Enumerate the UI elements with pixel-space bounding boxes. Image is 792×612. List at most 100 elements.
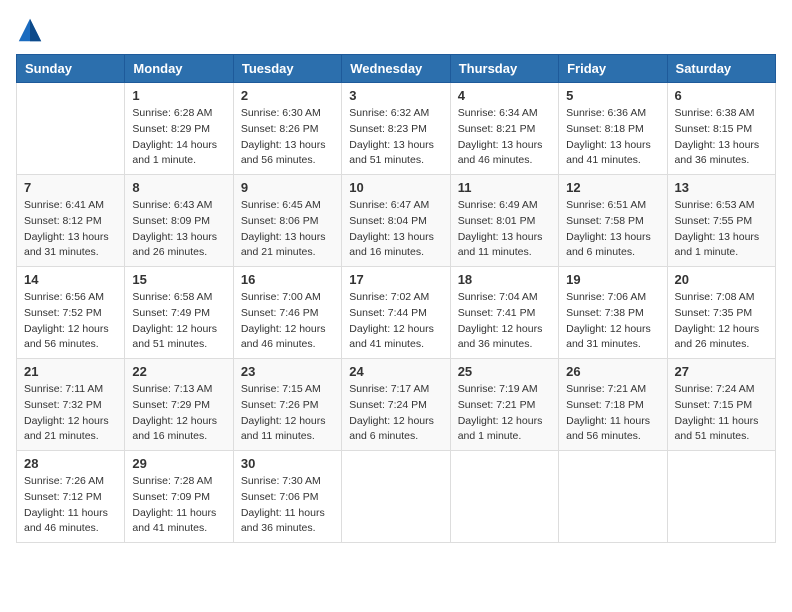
day-number: 28 [24, 456, 117, 471]
calendar-cell: 11 Sunrise: 6:49 AMSunset: 8:01 PMDayligh… [450, 175, 558, 267]
day-number: 22 [132, 364, 225, 379]
calendar-cell: 24Sunrise: 7:17 AMSunset: 7:24 PMDayligh… [342, 359, 450, 451]
day-info: Sunrise: 7:21 AMSunset: 7:18 PMDaylight:… [566, 382, 659, 445]
day-number: 18 [458, 272, 551, 287]
weekday-header-tuesday: Tuesday [233, 55, 341, 83]
day-number: 12 [566, 180, 659, 195]
calendar-cell [342, 451, 450, 543]
calendar-cell: 14 Sunrise: 6:56 AMSunset: 7:52 PMDayligh… [17, 267, 125, 359]
day-number: 16 [241, 272, 334, 287]
day-number: 30 [241, 456, 334, 471]
weekday-header-wednesday: Wednesday [342, 55, 450, 83]
day-info: Sunrise: 7:30 AMSunset: 7:06 PMDaylight:… [241, 474, 334, 537]
day-info: Sunrise: 7:15 AMSunset: 7:26 PMDaylight:… [241, 382, 334, 445]
calendar-cell: 8 Sunrise: 6:43 AMSunset: 8:09 PMDaylight… [125, 175, 233, 267]
day-number: 20 [675, 272, 768, 287]
day-number: 8 [132, 180, 225, 195]
day-number: 23 [241, 364, 334, 379]
day-info: Sunrise: 6:53 AMSunset: 7:55 PMDaylight:… [675, 198, 768, 261]
day-info: Sunrise: 6:43 AMSunset: 8:09 PMDaylight:… [132, 198, 225, 261]
day-info: Sunrise: 6:30 AMSunset: 8:26 PMDaylight:… [241, 106, 334, 169]
day-info: Sunrise: 7:00 AMSunset: 7:46 PMDaylight:… [241, 290, 334, 353]
day-info: Sunrise: 7:06 AMSunset: 7:38 PMDaylight:… [566, 290, 659, 353]
day-info: Sunrise: 6:32 AMSunset: 8:23 PMDaylight:… [349, 106, 442, 169]
day-info: Sunrise: 7:02 AMSunset: 7:44 PMDaylight:… [349, 290, 442, 353]
calendar-week-4: 21 Sunrise: 7:11 AMSunset: 7:32 PMDayligh… [17, 359, 776, 451]
calendar-cell: 7 Sunrise: 6:41 AMSunset: 8:12 PMDaylight… [17, 175, 125, 267]
calendar-cell: 21 Sunrise: 7:11 AMSunset: 7:32 PMDayligh… [17, 359, 125, 451]
calendar-cell: 23 Sunrise: 7:15 AMSunset: 7:26 PMDayligh… [233, 359, 341, 451]
calendar-cell: 27 Sunrise: 7:24 AMSunset: 7:15 PMDayligh… [667, 359, 775, 451]
day-number: 15 [132, 272, 225, 287]
day-number: 6 [675, 88, 768, 103]
page-header [16, 16, 776, 44]
calendar-cell: 1 Sunrise: 6:28 AMSunset: 8:29 PMDaylight… [125, 83, 233, 175]
day-info: Sunrise: 6:28 AMSunset: 8:29 PMDaylight:… [132, 106, 225, 169]
calendar-cell: 9 Sunrise: 6:45 AMSunset: 8:06 PMDaylight… [233, 175, 341, 267]
calendar-cell: 19 Sunrise: 7:06 AMSunset: 7:38 PMDayligh… [559, 267, 667, 359]
day-info: Sunrise: 7:13 AMSunset: 7:29 PMDaylight:… [132, 382, 225, 445]
calendar-cell [667, 451, 775, 543]
weekday-header-friday: Friday [559, 55, 667, 83]
day-number: 17 [349, 272, 442, 287]
day-number: 5 [566, 88, 659, 103]
day-number: 1 [132, 88, 225, 103]
day-number: 27 [675, 364, 768, 379]
calendar-cell: 4 Sunrise: 6:34 AMSunset: 8:21 PMDaylight… [450, 83, 558, 175]
day-number: 3 [349, 88, 442, 103]
day-number: 25 [458, 364, 551, 379]
day-info: Sunrise: 7:04 AMSunset: 7:41 PMDaylight:… [458, 290, 551, 353]
day-info: Sunrise: 7:11 AMSunset: 7:32 PMDaylight:… [24, 382, 117, 445]
day-info: Sunrise: 7:08 AMSunset: 7:35 PMDaylight:… [675, 290, 768, 353]
weekday-header-monday: Monday [125, 55, 233, 83]
logo [16, 16, 48, 44]
day-number: 2 [241, 88, 334, 103]
day-info: Sunrise: 7:24 AMSunset: 7:15 PMDaylight:… [675, 382, 768, 445]
calendar-cell: 20 Sunrise: 7:08 AMSunset: 7:35 PMDayligh… [667, 267, 775, 359]
day-info: Sunrise: 7:19 AMSunset: 7:21 PMDaylight:… [458, 382, 551, 445]
day-number: 26 [566, 364, 659, 379]
calendar-cell: 16 Sunrise: 7:00 AMSunset: 7:46 PMDayligh… [233, 267, 341, 359]
calendar-cell: 18 Sunrise: 7:04 AMSunset: 7:41 PMDayligh… [450, 267, 558, 359]
day-number: 14 [24, 272, 117, 287]
day-number: 11 [458, 180, 551, 195]
day-info: Sunrise: 6:47 AMSunset: 8:04 PMDaylight:… [349, 198, 442, 261]
day-number: 19 [566, 272, 659, 287]
calendar-cell: 10 Sunrise: 6:47 AMSunset: 8:04 PMDayligh… [342, 175, 450, 267]
day-info: Sunrise: 6:56 AMSunset: 7:52 PMDaylight:… [24, 290, 117, 353]
day-number: 9 [241, 180, 334, 195]
day-info: Sunrise: 7:26 AMSunset: 7:12 PMDaylight:… [24, 474, 117, 537]
day-number: 10 [349, 180, 442, 195]
calendar-week-3: 14 Sunrise: 6:56 AMSunset: 7:52 PMDayligh… [17, 267, 776, 359]
calendar-cell: 13 Sunrise: 6:53 AMSunset: 7:55 PMDayligh… [667, 175, 775, 267]
day-number: 21 [24, 364, 117, 379]
calendar-cell: 25 Sunrise: 7:19 AMSunset: 7:21 PMDayligh… [450, 359, 558, 451]
day-number: 7 [24, 180, 117, 195]
day-number: 24 [349, 364, 442, 379]
calendar-cell: 15 Sunrise: 6:58 AMSunset: 7:49 PMDayligh… [125, 267, 233, 359]
calendar-week-5: 28 Sunrise: 7:26 AMSunset: 7:12 PMDayligh… [17, 451, 776, 543]
calendar-cell: 6 Sunrise: 6:38 AMSunset: 8:15 PMDaylight… [667, 83, 775, 175]
day-info: Sunrise: 6:34 AMSunset: 8:21 PMDaylight:… [458, 106, 551, 169]
calendar-cell: 5Sunrise: 6:36 AMSunset: 8:18 PMDaylight… [559, 83, 667, 175]
calendar-cell: 30 Sunrise: 7:30 AMSunset: 7:06 PMDayligh… [233, 451, 341, 543]
calendar-cell: 3 Sunrise: 6:32 AMSunset: 8:23 PMDaylight… [342, 83, 450, 175]
calendar-cell [450, 451, 558, 543]
day-number: 13 [675, 180, 768, 195]
day-info: Sunrise: 6:58 AMSunset: 7:49 PMDaylight:… [132, 290, 225, 353]
weekday-header-row: SundayMondayTuesdayWednesdayThursdayFrid… [17, 55, 776, 83]
calendar-cell: 2 Sunrise: 6:30 AMSunset: 8:26 PMDaylight… [233, 83, 341, 175]
day-info: Sunrise: 6:45 AMSunset: 8:06 PMDaylight:… [241, 198, 334, 261]
day-info: Sunrise: 6:38 AMSunset: 8:15 PMDaylight:… [675, 106, 768, 169]
calendar-cell: 12Sunrise: 6:51 AMSunset: 7:58 PMDayligh… [559, 175, 667, 267]
logo-icon [16, 16, 44, 44]
calendar-cell: 28 Sunrise: 7:26 AMSunset: 7:12 PMDayligh… [17, 451, 125, 543]
calendar-cell [17, 83, 125, 175]
day-info: Sunrise: 6:41 AMSunset: 8:12 PMDaylight:… [24, 198, 117, 261]
calendar-cell: 29Sunrise: 7:28 AMSunset: 7:09 PMDayligh… [125, 451, 233, 543]
day-info: Sunrise: 7:28 AMSunset: 7:09 PMDaylight:… [132, 474, 225, 537]
day-info: Sunrise: 6:49 AMSunset: 8:01 PMDaylight:… [458, 198, 551, 261]
day-number: 4 [458, 88, 551, 103]
calendar-week-1: 1 Sunrise: 6:28 AMSunset: 8:29 PMDaylight… [17, 83, 776, 175]
calendar-body: 1 Sunrise: 6:28 AMSunset: 8:29 PMDaylight… [17, 83, 776, 543]
